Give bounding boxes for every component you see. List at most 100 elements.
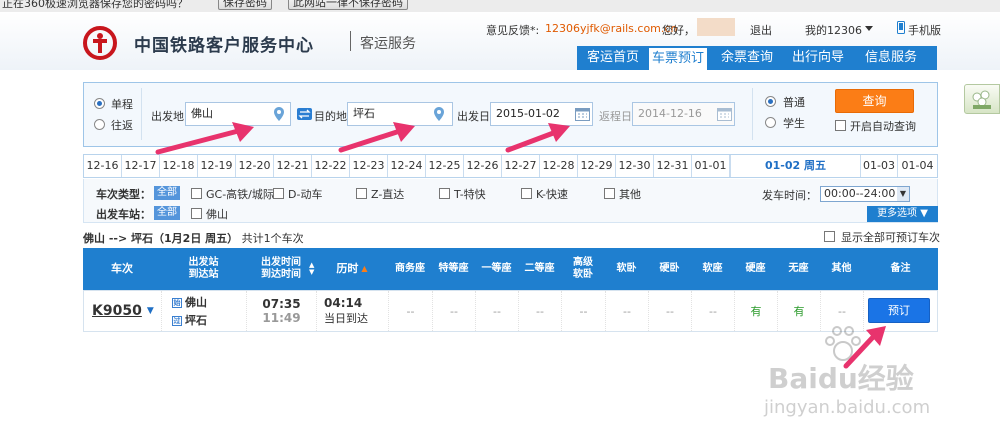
adult-label: 普通 <box>783 96 805 109</box>
logout-link[interactable]: 退出 <box>750 22 772 38</box>
feedback-label: 意见反馈*: <box>486 24 540 37</box>
date-tab[interactable]: 01-04 <box>898 155 937 177</box>
expand-arrow-icon[interactable]: ▼ <box>147 306 154 316</box>
col-times[interactable]: 出发时间 到达时间 <box>246 248 316 290</box>
mobile-version-link[interactable]: 手机版 <box>908 22 941 38</box>
never-save-password-button[interactable]: 此网站一律不保存密码 <box>288 0 408 10</box>
date-tab[interactable]: 12-19 <box>198 155 236 177</box>
more-options-button[interactable]: 更多选项 ▼ <box>867 206 938 222</box>
train-type-all-tag[interactable]: 全部 <box>154 186 180 200</box>
panel-divider <box>752 88 753 140</box>
sort-icon[interactable]: ▲ ▼ <box>309 262 314 276</box>
date-tab-active[interactable]: 01-02 周五 <box>730 155 860 177</box>
date-tab[interactable]: 12-29 <box>578 155 616 177</box>
nav-travel-guide[interactable]: 出行向导 <box>785 46 851 70</box>
my12306-menu[interactable]: 我的12306 <box>805 22 862 38</box>
chevron-down-icon[interactable] <box>865 26 873 31</box>
col-other: 其他 <box>831 263 852 274</box>
show-all-checkbox[interactable] <box>824 231 835 242</box>
date-tab[interactable]: 12-18 <box>160 155 198 177</box>
train-type-checkbox[interactable] <box>191 188 202 199</box>
to-station[interactable]: 坪石 <box>185 314 207 327</box>
station-all-tag[interactable]: 全部 <box>154 206 180 220</box>
railway-logo-icon[interactable] <box>83 26 117 60</box>
date-tab[interactable]: 12-23 <box>350 155 388 177</box>
arrive-time: 11:49 <box>262 311 301 325</box>
train-type-checkbox[interactable] <box>604 188 615 199</box>
nav-home[interactable]: 客运首页 <box>580 46 646 70</box>
col-business: 商务座 <box>395 263 425 274</box>
round-trip-label: 往返 <box>111 119 133 132</box>
show-all-label: 显示全部可预订车次 <box>841 231 940 244</box>
col-soft-sleeper: 软卧 <box>616 263 637 274</box>
auto-query-checkbox[interactable] <box>835 120 846 131</box>
date-tab[interactable]: 12-16 <box>84 155 122 177</box>
date-tab[interactable]: 01-03 <box>860 155 898 177</box>
train-type-checkbox[interactable] <box>439 188 450 199</box>
date-tab[interactable]: 12-30 <box>616 155 654 177</box>
calendar-icon[interactable] <box>717 107 732 121</box>
location-pin-icon[interactable] <box>434 107 444 121</box>
col-duration[interactable]: 历时 ▲ <box>316 248 388 290</box>
date-tab[interactable]: 12-26 <box>464 155 502 177</box>
location-pin-icon[interactable] <box>274 107 284 121</box>
nav-ticket-booking[interactable]: 车票预订 <box>649 48 707 70</box>
nav-info-service[interactable]: 信息服务 <box>856 46 926 70</box>
flower-icon <box>972 90 991 109</box>
train-type-option: T-特快 <box>454 188 486 201</box>
seat-cell: -- <box>389 291 433 331</box>
date-tab[interactable]: 12-21 <box>274 155 312 177</box>
from-station[interactable]: 佛山 <box>185 296 207 309</box>
book-button[interactable]: 预订 <box>868 298 930 323</box>
radio-student[interactable] <box>765 117 776 128</box>
depart-time-select[interactable]: 00:00--24:00 ▼ <box>820 186 910 202</box>
seat-cell: -- <box>476 291 519 331</box>
seat-cell: -- <box>519 291 562 331</box>
date-tab[interactable]: 12-24 <box>388 155 426 177</box>
radio-round-trip[interactable] <box>94 119 105 130</box>
col-hard-seat: 硬座 <box>745 263 766 274</box>
col-stations[interactable]: 出发站 到达站 <box>161 248 246 290</box>
date-tab[interactable]: 12-22 <box>312 155 350 177</box>
train-type-option: Z-直达 <box>371 188 405 201</box>
more-options-label: 更多选项 <box>877 208 918 219</box>
save-password-button[interactable]: 保存密码 <box>218 0 272 10</box>
date-tab[interactable]: 12-28 <box>540 155 578 177</box>
train-number-cell[interactable]: K9050 ▼ <box>84 291 162 331</box>
annotation-arrow-icon <box>155 122 254 155</box>
train-type-checkbox[interactable] <box>273 188 284 199</box>
station-filter-label: 出发车站： <box>96 208 151 221</box>
date-tab[interactable]: 12-17 <box>122 155 160 177</box>
date-tab[interactable]: 01-01 <box>692 155 730 177</box>
train-type-option: GC-高铁/城际 <box>206 188 274 201</box>
panel-divider <box>141 88 142 140</box>
date-tab[interactable]: 12-25 <box>426 155 464 177</box>
query-button[interactable]: 查询 <box>835 89 914 113</box>
feedback-email-link[interactable]: 12306yjfk@rails.com.cn <box>545 22 677 35</box>
date-tab[interactable]: 12-20 <box>236 155 274 177</box>
sort-up-icon: ▲ <box>361 264 368 273</box>
side-widget-icon[interactable] <box>964 84 1000 114</box>
date-tab[interactable]: 12-27 <box>502 155 540 177</box>
watermark-brand: Baidu经验 <box>768 362 914 395</box>
radio-adult[interactable] <box>765 96 776 107</box>
train-number-link[interactable]: K9050 <box>92 303 142 319</box>
col-soft-seat: 软座 <box>702 263 723 274</box>
nav-remaining-tickets[interactable]: 余票查询 <box>714 46 780 70</box>
train-type-checkbox[interactable] <box>356 188 367 199</box>
radio-one-way[interactable] <box>94 98 105 109</box>
station-checkbox[interactable] <box>191 208 202 219</box>
col-first-class: 一等座 <box>481 263 512 274</box>
annotation-arrow-icon <box>338 122 415 153</box>
greeting-text: 您好， <box>662 24 695 37</box>
date-tab[interactable]: 12-31 <box>654 155 692 177</box>
result-summary: 佛山 --> 坪石（1月2日 周五） 共计1个车次 <box>83 230 304 246</box>
station-option: 佛山 <box>206 208 228 221</box>
seat-cell: -- <box>649 291 692 331</box>
auto-query-label: 开启自动查询 <box>850 120 916 133</box>
train-type-option: K-快速 <box>536 188 569 201</box>
col-remarks: 备注 <box>890 263 911 274</box>
train-type-checkbox[interactable] <box>521 188 532 199</box>
swap-stations-icon[interactable] <box>297 108 312 120</box>
train-type-label: 车次类型： <box>96 188 151 201</box>
